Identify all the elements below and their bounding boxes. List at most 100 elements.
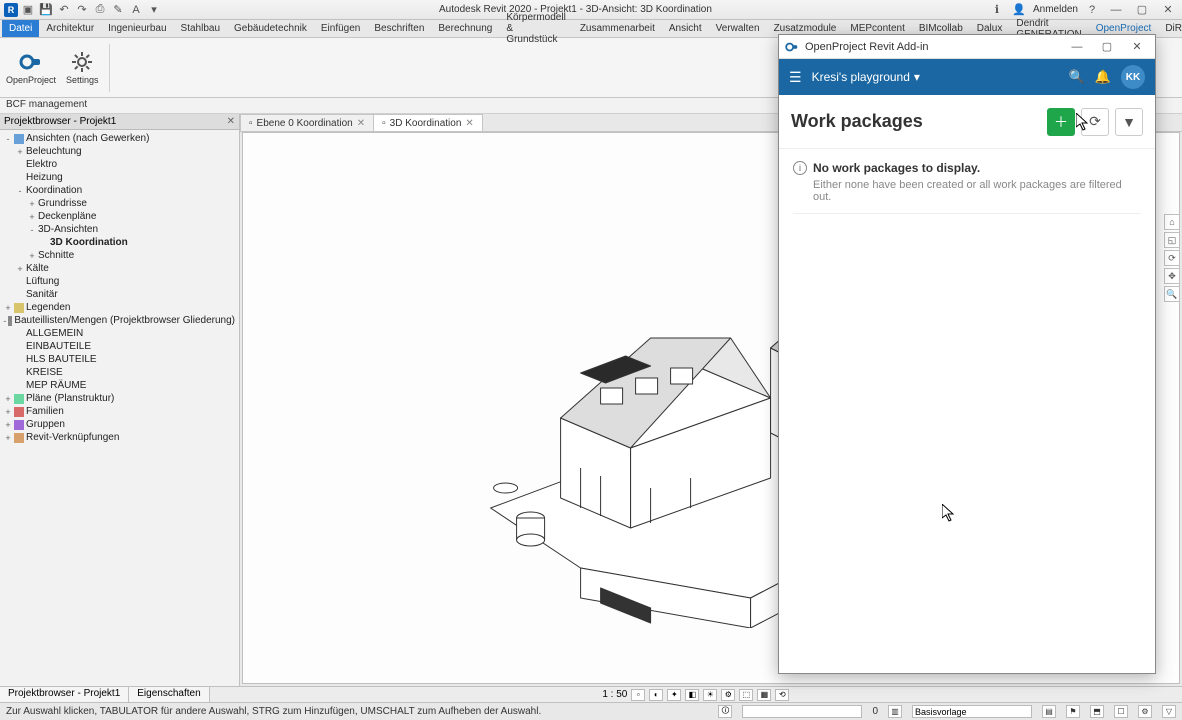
vcb-icon[interactable]: ▦ <box>757 689 771 701</box>
ribbon-tab[interactable]: Berechnung <box>431 20 499 37</box>
expand-icon[interactable]: + <box>14 264 26 274</box>
tree-row[interactable]: KREISE <box>0 366 239 379</box>
tree-row[interactable]: HLS BAUTEILE <box>0 353 239 366</box>
qat-undo-icon[interactable]: ↶ <box>56 2 72 18</box>
status-icon[interactable]: ▥ <box>888 705 902 718</box>
nav-cube-icon[interactable]: ◱ <box>1164 232 1180 248</box>
user-icon[interactable]: 👤 <box>1011 2 1027 18</box>
tree-row[interactable]: EINBAUTEILE <box>0 340 239 353</box>
ribbon-tab[interactable]: Stahlbau <box>174 20 227 37</box>
op-close-icon[interactable]: ✕ <box>1125 37 1149 57</box>
status-icon[interactable]: ⬒ <box>1090 705 1104 718</box>
tree-row[interactable]: -Ansichten (nach Gewerken) <box>0 132 239 145</box>
collapse-icon[interactable]: - <box>26 225 38 235</box>
ribbon-tab[interactable]: Zusammenarbeit <box>573 20 662 37</box>
op-maximize-icon[interactable]: ▢ <box>1095 37 1119 57</box>
tree-row[interactable]: Elektro <box>0 158 239 171</box>
tree-row[interactable]: +Gruppen <box>0 418 239 431</box>
status-icon[interactable]: ☐ <box>1114 705 1128 718</box>
qat-open-icon[interactable]: ▣ <box>20 2 36 18</box>
view-tab[interactable]: ▫3D Koordination✕ <box>373 114 483 131</box>
tree-row[interactable]: +Beleuchtung <box>0 145 239 158</box>
view-tab[interactable]: ▫Ebene 0 Koordination✕ <box>240 114 374 131</box>
qat-text-icon[interactable]: A <box>128 2 144 18</box>
qat-redo-icon[interactable]: ↷ <box>74 2 90 18</box>
vcb-icon[interactable]: ⬚ <box>739 689 753 701</box>
tree-row[interactable]: +Grundrisse <box>0 197 239 210</box>
window-maximize-icon[interactable]: ▢ <box>1132 2 1152 18</box>
tree-row[interactable]: +Legenden <box>0 301 239 314</box>
ribbon-tab[interactable]: Datei <box>2 20 39 37</box>
nav-pan-icon[interactable]: ✥ <box>1164 268 1180 284</box>
tree-row[interactable]: Sanitär <box>0 288 239 301</box>
status-icon[interactable]: 🛈 <box>718 705 732 718</box>
ribbon-tab[interactable]: Einfügen <box>314 20 367 37</box>
vcb-icon[interactable]: ⚙ <box>721 689 735 701</box>
vcb-icon[interactable]: ⟲ <box>775 689 789 701</box>
qat-print-icon[interactable]: ⎙ <box>92 2 108 18</box>
doc-tab-properties[interactable]: Eigenschaften <box>129 687 209 702</box>
doc-tab-browser[interactable]: Projektbrowser - Projekt1 <box>0 687 129 702</box>
tree-row[interactable]: ALLGEMEIN <box>0 327 239 340</box>
ribbon-tab[interactable]: Verwalten <box>709 20 767 37</box>
tree-row[interactable]: Lüftung <box>0 275 239 288</box>
openproject-button[interactable]: OpenProject <box>6 50 56 85</box>
op-refresh-button[interactable]: ⟳ <box>1081 108 1109 136</box>
vcb-icon[interactable]: ◧ <box>685 689 699 701</box>
status-filter-icon[interactable]: ▽ <box>1162 705 1176 718</box>
expand-icon[interactable]: + <box>26 212 38 222</box>
expand-icon[interactable]: + <box>2 394 14 404</box>
expand-icon[interactable]: + <box>2 420 14 430</box>
tree-row[interactable]: MEP RÄUME <box>0 379 239 392</box>
tree-row[interactable]: -Bauteillisten/Mengen (Projektbrowser Gl… <box>0 314 239 327</box>
tree-row[interactable]: +Kälte <box>0 262 239 275</box>
status-icon[interactable]: ⚙ <box>1138 705 1152 718</box>
ribbon-tab[interactable]: Körpermodell & Grundstück <box>499 20 572 37</box>
qat-more-icon[interactable]: ▾ <box>146 2 162 18</box>
tree-row[interactable]: +Pläne (Planstruktur) <box>0 392 239 405</box>
op-filter-button[interactable]: ▼ <box>1115 108 1143 136</box>
vcb-icon[interactable]: ▫ <box>631 689 645 701</box>
qat-save-icon[interactable]: 💾 <box>38 2 54 18</box>
ribbon-tab[interactable]: Architektur <box>39 20 101 37</box>
window-close-icon[interactable]: ✕ <box>1158 2 1178 18</box>
user-avatar[interactable]: KK <box>1121 65 1145 89</box>
tree-row[interactable]: 3D Koordination <box>0 236 239 249</box>
expand-icon[interactable]: + <box>2 303 14 313</box>
window-minimize-icon[interactable]: — <box>1106 2 1126 18</box>
login-link[interactable]: Anmelden <box>1033 4 1078 15</box>
ribbon-tab[interactable]: DiRoots <box>1158 20 1182 37</box>
view-tab-close-icon[interactable]: ✕ <box>357 118 365 129</box>
vcb-icon[interactable]: ✦ <box>667 689 681 701</box>
expand-icon[interactable]: + <box>2 407 14 417</box>
tree-row[interactable]: +Familien <box>0 405 239 418</box>
nav-orbit-icon[interactable]: ⟳ <box>1164 250 1180 266</box>
view-scale-label[interactable]: 1 : 50 <box>602 689 627 700</box>
expand-icon[interactable]: + <box>26 251 38 261</box>
view-tab-close-icon[interactable]: ✕ <box>465 118 473 129</box>
tree-row[interactable]: -3D-Ansichten <box>0 223 239 236</box>
op-minimize-icon[interactable]: — <box>1065 37 1089 57</box>
search-icon[interactable]: 🔍 <box>1069 69 1085 85</box>
ribbon-tab[interactable]: Beschriften <box>367 20 431 37</box>
hamburger-icon[interactable]: ☰ <box>789 69 802 86</box>
info-icon[interactable]: ℹ <box>989 2 1005 18</box>
status-icon[interactable]: ▤ <box>1042 705 1056 718</box>
settings-button[interactable]: Settings <box>66 50 99 85</box>
nav-zoom-icon[interactable]: 🔍 <box>1164 286 1180 302</box>
project-browser-close-icon[interactable]: ✕ <box>227 116 235 127</box>
expand-icon[interactable]: + <box>26 199 38 209</box>
status-icon[interactable]: ⚑ <box>1066 705 1080 718</box>
qat-measure-icon[interactable]: ✎ <box>110 2 126 18</box>
tree-row[interactable]: +Revit-Verknüpfungen <box>0 431 239 444</box>
nav-home-icon[interactable]: ⌂ <box>1164 214 1180 230</box>
ribbon-tab[interactable]: Ansicht <box>662 20 709 37</box>
tree-row[interactable]: Heizung <box>0 171 239 184</box>
tree-row[interactable]: -Koordination <box>0 184 239 197</box>
collapse-icon[interactable]: - <box>2 134 14 144</box>
status-search-input[interactable] <box>742 705 862 718</box>
op-project-selector[interactable]: Kresi's playground ▾ <box>812 70 920 84</box>
tree-row[interactable]: +Schnitte <box>0 249 239 262</box>
op-add-button[interactable]: ＋ <box>1047 108 1075 136</box>
ribbon-tab[interactable]: Ingenieurbau <box>101 20 173 37</box>
